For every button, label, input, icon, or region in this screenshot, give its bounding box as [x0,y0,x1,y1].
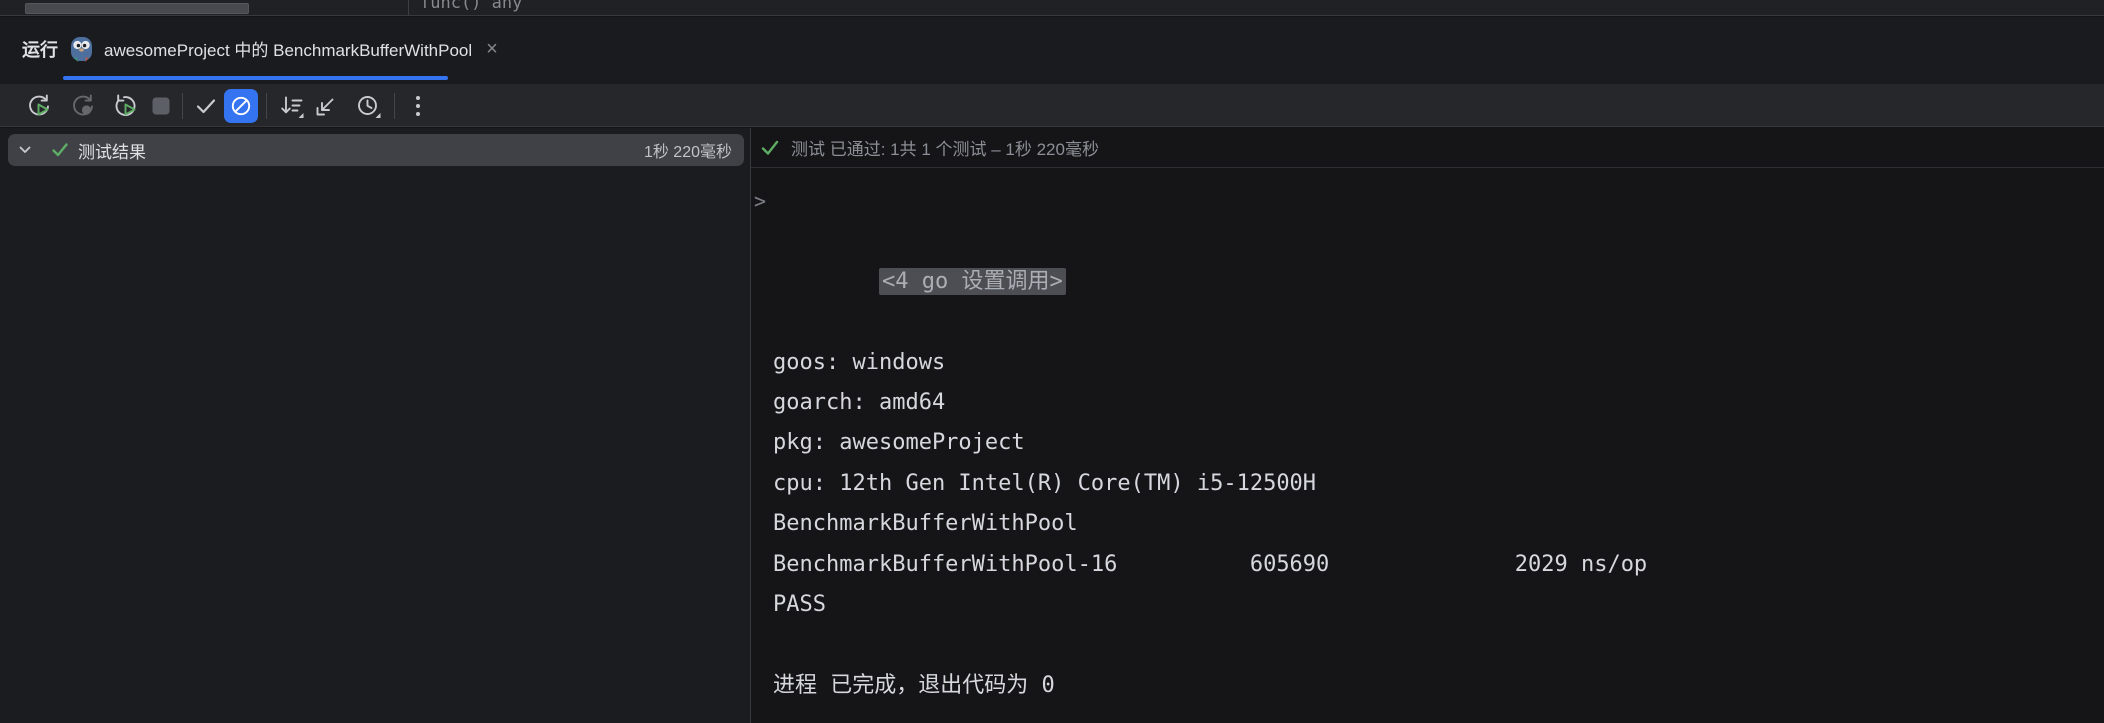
console-line: pkg: awesomeProject [751,423,2104,463]
chevron-down-icon[interactable] [16,141,34,159]
console-output: > <4 go 设置调用> goos: windows goarch: amd6… [751,169,2104,723]
run-tool-window: func() any 运行 awesomeProject 中的 Benchmar… [0,0,2104,723]
stop-icon [147,92,175,120]
console-line: BenchmarkBufferWithPool-16 605690 2029 n… [751,545,2104,585]
console-folded-command-line: > <4 go 设置调用> [751,181,2104,343]
active-tab-underline [63,76,448,80]
sort-options-button[interactable] [274,89,308,123]
test-results-root-row[interactable]: 测试结果 1秒 220毫秒 [8,134,744,166]
more-options-button[interactable] [401,89,435,123]
status-text: 测试 已通过: 1共 1 个测试 – 1秒 220毫秒 [791,135,1099,160]
stop-button [144,89,178,123]
folded-command-chip[interactable]: <4 go 设置调用> [879,268,1066,295]
toolbar-separator [182,93,183,119]
run-toolbar [0,84,2104,127]
toolbar-separator [394,93,395,119]
test-tree-panel: 测试结果 1秒 220毫秒 [0,128,750,723]
rerun-icon [25,92,53,120]
editor-scrollbar-thumb[interactable] [25,3,249,14]
console-status-bar: 测试 已通过: 1共 1 个测试 – 1秒 220毫秒 [751,128,2104,168]
show-ignored-button[interactable] [224,89,258,123]
tab-label: awesomeProject 中的 BenchmarkBufferWithPoo… [104,36,472,61]
sort-icon [277,92,305,120]
check-icon [192,92,220,120]
status-passed-icon [759,137,781,159]
rerun-button[interactable] [22,89,56,123]
clock-icon [354,92,382,120]
rerun-failed-tests-button [66,89,100,123]
no-sign-icon [227,92,255,120]
console-panel: 测试 已通过: 1共 1 个测试 – 1秒 220毫秒 > <4 go 设置调用… [751,128,2104,723]
go-gopher-icon [69,35,94,63]
auto-rerun-icon [112,92,140,120]
toolwindow-title: 运行 [22,17,58,80]
run-configuration-tab[interactable]: awesomeProject 中的 BenchmarkBufferWithPoo… [63,17,448,80]
run-tab-bar: 运行 awesomeProject 中的 BenchmarkBufferWith… [0,17,2104,84]
test-history-button[interactable] [351,89,385,123]
test-duration: 1秒 220毫秒 [644,138,732,162]
toolbar-separator [266,93,267,119]
editor-code-fragment: func() any [420,0,522,13]
console-line: goos: windows [751,343,2104,383]
console-line [751,625,2104,665]
tab-close-icon[interactable]: × [486,39,498,59]
console-line: 进程 已完成，退出代码为 0 [751,666,2104,706]
test-results-label: 测试结果 [78,138,146,163]
navigate-with-arrow-button[interactable] [309,89,343,123]
arrow-into-corner-icon [312,92,340,120]
console-line: PASS [751,585,2104,625]
rerun-failed-icon [69,92,97,120]
console-prompt: > [754,181,766,221]
console-line: cpu: 12th Gen Intel(R) Core(TM) i5-12500… [751,464,2104,504]
editor-strip: func() any [0,0,2104,16]
editor-split-divider [408,0,409,16]
test-passed-icon [50,140,70,160]
console-line: BenchmarkBufferWithPool [751,504,2104,544]
show-passed-button[interactable] [189,89,223,123]
console-line: goarch: amd64 [751,383,2104,423]
kebab-icon [416,96,420,116]
toggle-auto-rerun-button[interactable] [109,89,143,123]
